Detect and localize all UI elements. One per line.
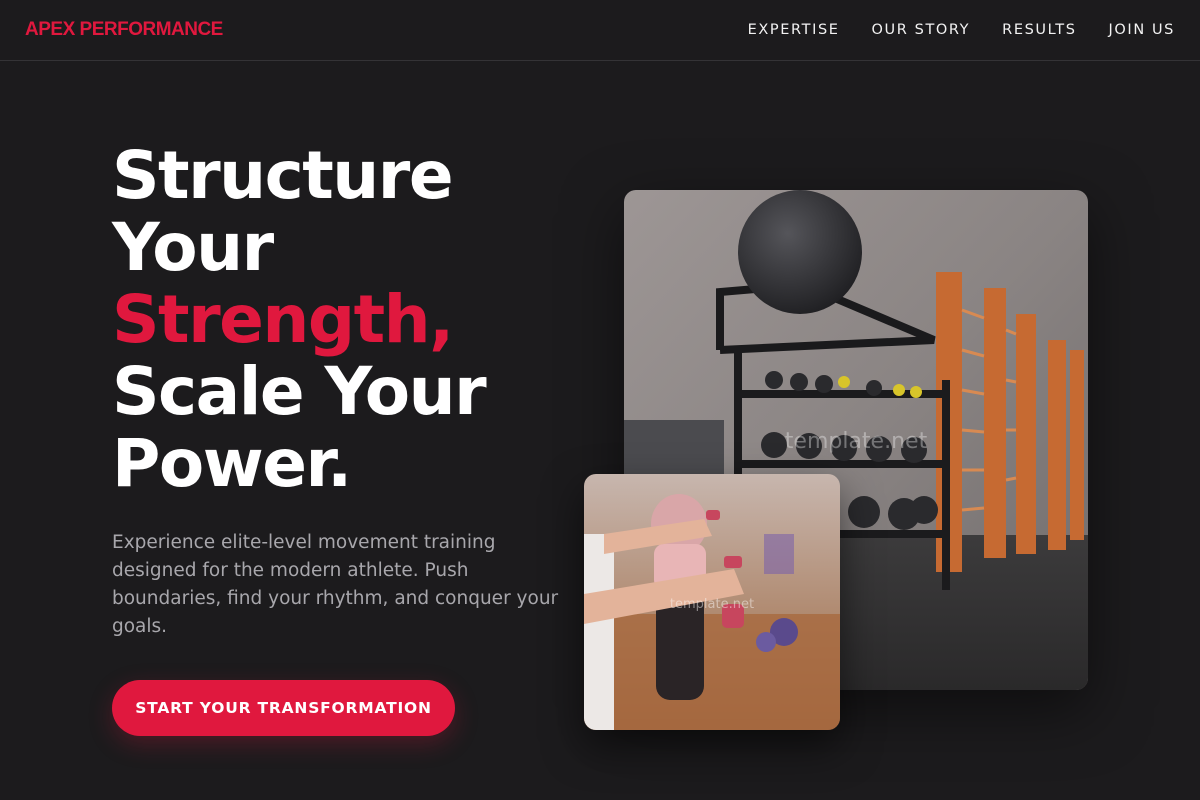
nav-link-results[interactable]: RESULTS [1002, 22, 1076, 38]
small-watermark: template.net [670, 597, 754, 612]
hero-title: Structure Your Strength, Scale Your Powe… [112, 140, 582, 500]
start-transformation-button[interactable]: START YOUR TRANSFORMATION [112, 680, 455, 736]
brand-logo[interactable]: APEX PERFORMANCE [25, 19, 223, 41]
site-header: APEX PERFORMANCE EXPERTISE OUR STORY RES… [0, 0, 1200, 61]
main-nav: EXPERTISE OUR STORY RESULTS JOIN US [716, 22, 1175, 38]
hero-description: Experience elite-level movement training… [112, 532, 559, 637]
nav-link-our-story[interactable]: OUR STORY [872, 22, 971, 38]
hero-title-line-5: Power. [112, 425, 352, 502]
hero-title-accent: Strength, [112, 281, 454, 358]
workout-class-photo: template.net [584, 474, 840, 730]
page: APEX PERFORMANCE EXPERTISE OUR STORY RES… [0, 0, 1200, 800]
nav-link-join-us[interactable]: JOIN US [1109, 22, 1175, 38]
nav-link-expertise[interactable]: EXPERTISE [748, 22, 840, 38]
hero-title-line-1: Structure [112, 137, 454, 214]
hero-title-line-4: Scale Your [112, 353, 487, 430]
hero-title-line-2: Your [112, 209, 274, 286]
main-watermark: template.net [785, 429, 928, 454]
